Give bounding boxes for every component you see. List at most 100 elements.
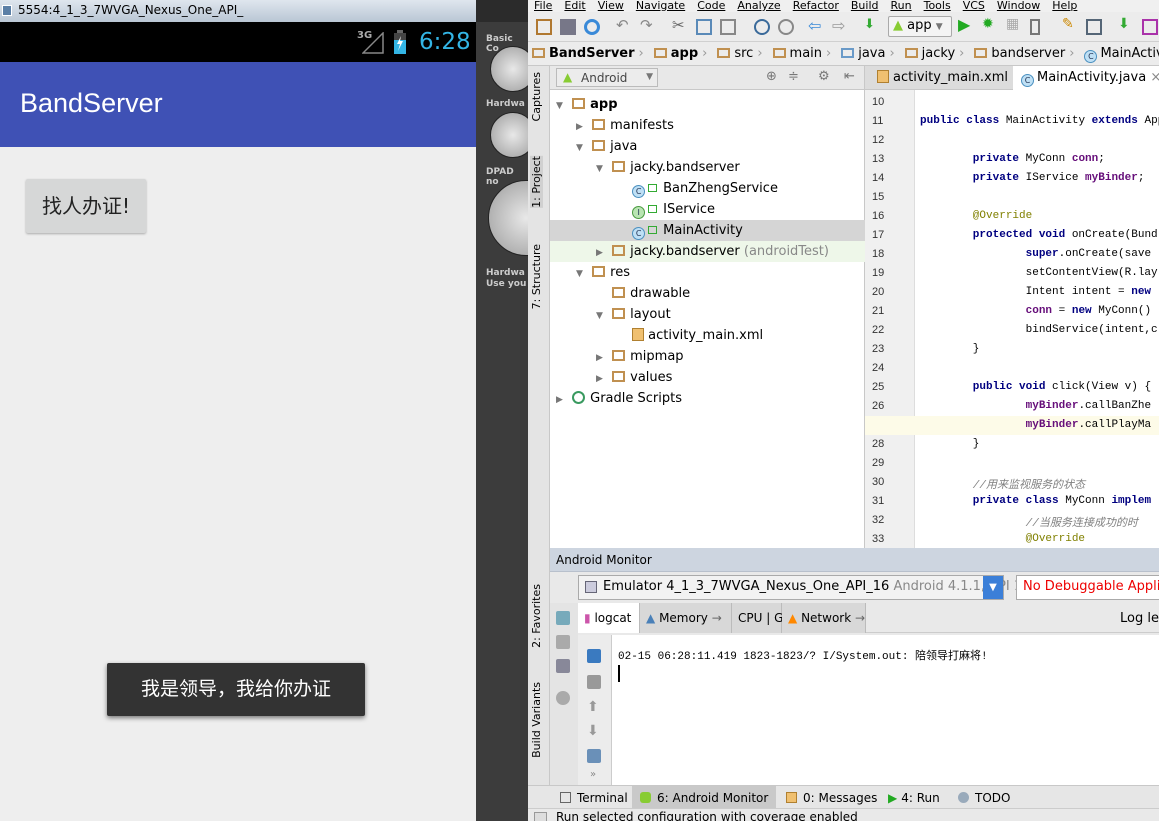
breadcrumb-main[interactable]: main › (769, 42, 838, 65)
toggle-tool-windows-icon[interactable] (534, 812, 547, 821)
tree-item[interactable]: ▶ Gradle Scripts (550, 388, 865, 409)
undo-icon[interactable]: ↶ (616, 16, 632, 34)
tree-item[interactable]: C MainActivity (550, 220, 865, 241)
menu-code[interactable]: Code (697, 0, 725, 12)
menu-build[interactable]: Build (851, 0, 879, 12)
replace-icon[interactable] (778, 19, 794, 35)
open-folder-icon[interactable] (536, 19, 552, 35)
device-monitor-icon[interactable] (1030, 19, 1040, 35)
screenshot-icon[interactable] (556, 611, 570, 625)
forward-icon[interactable]: ⇨ (832, 16, 848, 35)
tab-memory[interactable]: ▲ Memory → (640, 603, 732, 633)
tab-network[interactable]: ▲ Network → (782, 603, 866, 633)
breadcrumb-mainactivity[interactable]: CMainActivity› (1080, 42, 1159, 65)
tab-run[interactable]: ▶ 4: Run (880, 786, 948, 808)
menu-edit[interactable]: Edit (564, 0, 585, 12)
breadcrumb-bandserver[interactable]: BandServer › (528, 42, 650, 65)
tab-terminal[interactable]: Terminal (552, 786, 636, 808)
expanded-arrow-icon[interactable]: ▼ (596, 159, 608, 180)
breadcrumb-jacky[interactable]: jacky › (901, 42, 971, 65)
tab-logcat[interactable]: ▮ logcat (578, 603, 640, 633)
breadcrumb-src[interactable]: src › (713, 42, 768, 65)
tree-item[interactable]: drawable (550, 283, 865, 304)
scroll-to-end-icon[interactable] (587, 675, 601, 689)
project-structure-icon[interactable]: ✎ (1062, 16, 1078, 32)
collapse-all-icon[interactable]: ≑ (788, 69, 799, 84)
system-info-icon[interactable] (556, 659, 570, 673)
breadcrumb-java[interactable]: java › (837, 42, 900, 65)
tab-messages[interactable]: 0: Messages (778, 786, 885, 808)
tree-item[interactable]: ▶ mipmap (550, 346, 865, 367)
avd-icon[interactable]: ⬇ (1118, 16, 1134, 32)
tree-item[interactable]: ▼ app (550, 94, 865, 115)
gear-icon[interactable]: ⚙ (818, 69, 830, 84)
terminate-icon[interactable] (556, 691, 570, 705)
menu-view[interactable]: View (598, 0, 624, 12)
tree-item[interactable]: ▼ java (550, 136, 865, 157)
expanded-arrow-icon[interactable]: ▼ (576, 264, 588, 285)
run-icon[interactable]: ▶ (958, 15, 974, 34)
tool-tab-project[interactable]: 1: Project (530, 156, 543, 208)
tree-item[interactable]: ▶ jacky.bandserver (androidTest) (550, 241, 865, 262)
collapsed-arrow-icon[interactable]: ▶ (596, 348, 608, 369)
find-icon[interactable] (754, 19, 770, 35)
cut-icon[interactable]: ✂ (672, 16, 688, 34)
sdk-manager-icon[interactable] (1086, 19, 1102, 35)
menu-vcs[interactable]: VCS (963, 0, 985, 12)
menu-refactor[interactable]: Refactor (793, 0, 839, 12)
expanded-arrow-icon[interactable]: ▼ (576, 138, 588, 159)
code-area[interactable]: 1011121314151617181920212223242526272829… (865, 90, 1159, 548)
tree-item[interactable]: ▼ res (550, 262, 865, 283)
find-person-button[interactable]: 找人办证! (26, 179, 146, 233)
tree-item[interactable]: ▼ jacky.bandserver (550, 157, 865, 178)
make-project-icon[interactable]: ⬇ (864, 17, 880, 33)
debug-icon[interactable]: ✹ (982, 16, 998, 32)
more-icon[interactable]: » (590, 769, 596, 780)
collapsed-arrow-icon[interactable]: ▶ (596, 369, 608, 390)
dpad-control[interactable] (488, 180, 528, 256)
project-view-select[interactable]: ▲ Android ▼ (556, 68, 658, 87)
tool-tab-build-variants[interactable]: Build Variants (530, 682, 543, 758)
home-button[interactable] (490, 112, 528, 158)
tab-todo[interactable]: TODO (950, 786, 1018, 808)
paste-icon[interactable] (720, 19, 736, 35)
process-select[interactable]: No Debuggable Applica (1016, 575, 1159, 600)
menu-navigate[interactable]: Navigate (636, 0, 685, 12)
run-config-select[interactable]: ▲ app ▼ (888, 16, 952, 37)
menu-window[interactable]: Window (997, 0, 1040, 12)
tree-item[interactable]: ▼ layout (550, 304, 865, 325)
collapsed-arrow-icon[interactable]: ▶ (556, 390, 568, 411)
sync-icon[interactable] (584, 19, 600, 35)
arrow-up-icon[interactable]: ⬆ (587, 699, 601, 715)
tool-tab-captures[interactable]: Captures (530, 72, 543, 121)
expanded-arrow-icon[interactable]: ▼ (596, 306, 608, 327)
device-select[interactable]: Emulator 4_1_3_7WVGA_Nexus_One_API_16 An… (578, 575, 1030, 600)
scroll-from-source-icon[interactable]: ⊕ (766, 69, 777, 84)
menu-analyze[interactable]: Analyze (737, 0, 780, 12)
tab-cpu-gpu[interactable]: CPU | GPU (732, 603, 799, 633)
logcat-output[interactable]: 02-15 06:28:11.419 1823-1823/? I/System.… (612, 635, 1159, 785)
menu-help[interactable]: Help (1052, 0, 1077, 12)
tree-item[interactable]: I IService (550, 199, 865, 220)
tree-item[interactable]: C BanZhengService (550, 178, 865, 199)
tab-android-monitor[interactable]: 6: Android Monitor (632, 786, 777, 808)
collapsed-arrow-icon[interactable]: ▶ (596, 243, 608, 264)
redo-icon[interactable]: ↷ (640, 16, 656, 34)
tab-mainactivity-java[interactable]: C MainActivity.java × (1013, 66, 1159, 90)
attach-debugger-icon[interactable]: ▦ (1006, 16, 1022, 32)
expanded-arrow-icon[interactable]: ▼ (556, 96, 568, 117)
breadcrumb-app[interactable]: app › (650, 42, 714, 65)
close-icon[interactable]: × (1150, 70, 1159, 85)
copy-icon[interactable] (696, 19, 712, 35)
tab-activity-main-xml[interactable]: activity_main.xml × (869, 66, 1029, 90)
save-icon[interactable] (560, 19, 576, 35)
back-icon[interactable]: ⇦ (808, 16, 824, 35)
menu-tools[interactable]: Tools (924, 0, 951, 12)
menu-file[interactable]: File (534, 0, 552, 12)
tool-tab-favorites[interactable]: 2: Favorites (530, 584, 543, 648)
clear-logcat-icon[interactable] (587, 649, 601, 663)
menu-run[interactable]: Run (891, 0, 912, 12)
hide-panel-icon[interactable]: ⇤ (844, 69, 855, 84)
tree-item[interactable]: ▶ values (550, 367, 865, 388)
arrow-down-icon[interactable]: ⬇ (587, 723, 601, 739)
